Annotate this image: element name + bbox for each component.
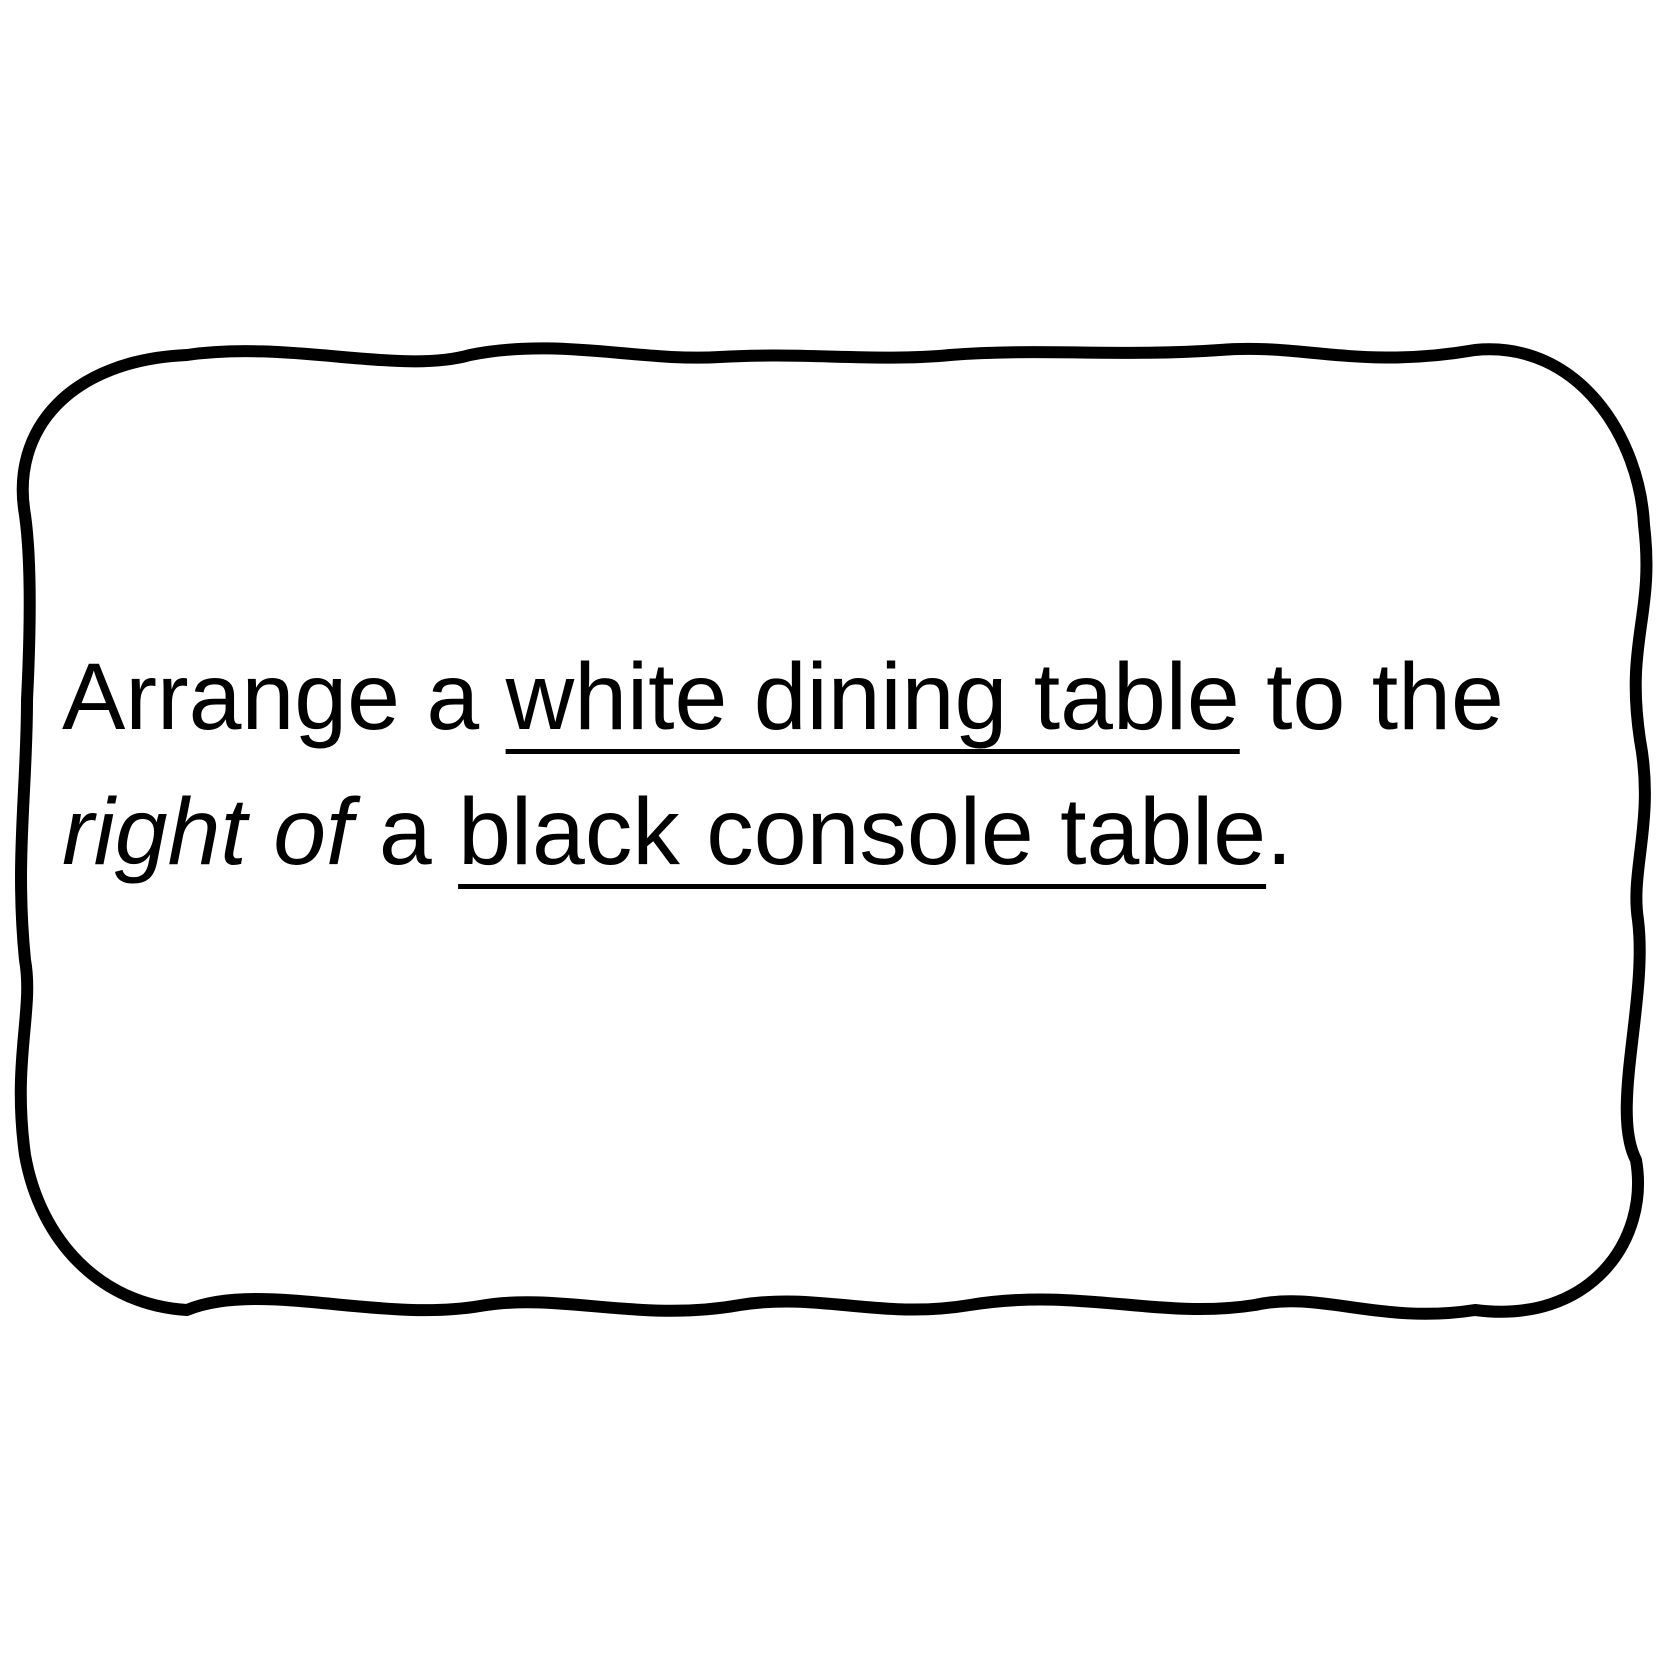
caption-text-1: Arrange a [62, 644, 506, 750]
object-2-label: black console table [458, 779, 1267, 885]
caption-text-3: a [352, 779, 459, 885]
object-1-label: white dining table [505, 644, 1240, 750]
caption-text-4: . [1266, 779, 1293, 885]
instruction-caption: Arrange a white dining table to the righ… [62, 630, 1552, 900]
caption-text-2: to the [1239, 644, 1504, 750]
relation-label: right of [62, 779, 353, 885]
